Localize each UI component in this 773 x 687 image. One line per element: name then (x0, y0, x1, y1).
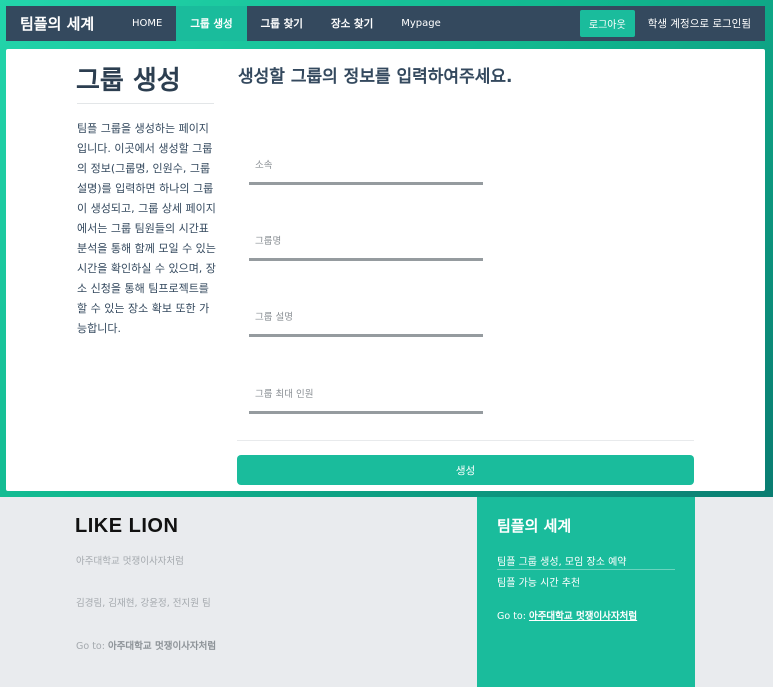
page-title: 그룹 생성 (76, 66, 181, 96)
footer-org: 아주대학교 멋쟁이사자처럼 (76, 556, 184, 567)
footer-link-create[interactable]: 팀플 그룹 생성, 모임 장소 예약 (497, 553, 626, 568)
footer-goto-link[interactable]: 아주대학교 멋쟁이사자처럼 (108, 641, 216, 652)
footer-link-divider (497, 569, 675, 570)
likelion-logo: LIKE LION (75, 515, 179, 537)
footer-link-recommend[interactable]: 팀플 가능 시간 추천 (497, 574, 580, 589)
footer-goto: Go to: 아주대학교 멋쟁이사자처럼 (76, 638, 216, 652)
group-description-input[interactable] (249, 301, 483, 334)
footer-right-goto: Go to: 아주대학교 멋쟁이사자처럼 (497, 608, 637, 622)
nav-find-group[interactable]: 그룹 찾기 (247, 6, 317, 41)
page-description: 팀플 그룹을 생성하는 페이지입니다. 이곳에서 생성할 그룹의 정보(그룹명,… (77, 122, 216, 335)
form-title: 생성할 그룹의 정보를 입력하여주세요. (238, 67, 513, 87)
nav-create-group[interactable]: 그룹 생성 (176, 6, 247, 41)
logout-button[interactable]: 로그아웃 (579, 10, 635, 37)
max-members-field (249, 378, 483, 414)
footer-right-goto-prefix: Go to: (497, 611, 529, 622)
nav-home[interactable]: HOME (118, 6, 176, 41)
footer-brand-title: 팀플의 세계 (497, 517, 572, 535)
affiliation-input[interactable] (249, 149, 483, 182)
affiliation-field (249, 149, 483, 185)
group-name-input[interactable] (249, 225, 483, 258)
nav-mypage[interactable]: Mypage (387, 6, 455, 41)
group-description-field (249, 301, 483, 337)
form-divider (237, 440, 694, 441)
footer-goto-prefix: Go to: (76, 641, 108, 652)
navbar: 팀플의 세계 HOME 그룹 생성 그룹 찾기 장소 찾기 Mypage 로그아… (6, 6, 765, 41)
max-members-input[interactable] (249, 378, 483, 411)
title-divider (77, 103, 214, 104)
main-panel: 그룹 생성 팀플 그룹을 생성하는 페이지입니다. 이곳에서 생성할 그룹의 정… (6, 49, 765, 491)
login-status: 학생 계정으로 로그인됨 (647, 18, 751, 30)
footer-right-goto-link[interactable]: 아주대학교 멋쟁이사자처럼 (529, 611, 637, 622)
footer-right: 팀플의 세계 팀플 그룹 생성, 모임 장소 예약 팀플 가능 시간 추천 Go… (477, 497, 695, 687)
nav-find-place[interactable]: 장소 찾기 (317, 6, 387, 41)
brand-logo[interactable]: 팀플의 세계 (6, 13, 118, 34)
group-name-field (249, 225, 483, 261)
footer-team: 김경림, 김재현, 강윤정, 전지원 팀 (76, 598, 211, 609)
footer-left: LIKE LION 아주대학교 멋쟁이사자처럼 김경림, 김재현, 강윤정, 전… (0, 497, 477, 687)
create-button[interactable]: 생성 (237, 455, 694, 485)
